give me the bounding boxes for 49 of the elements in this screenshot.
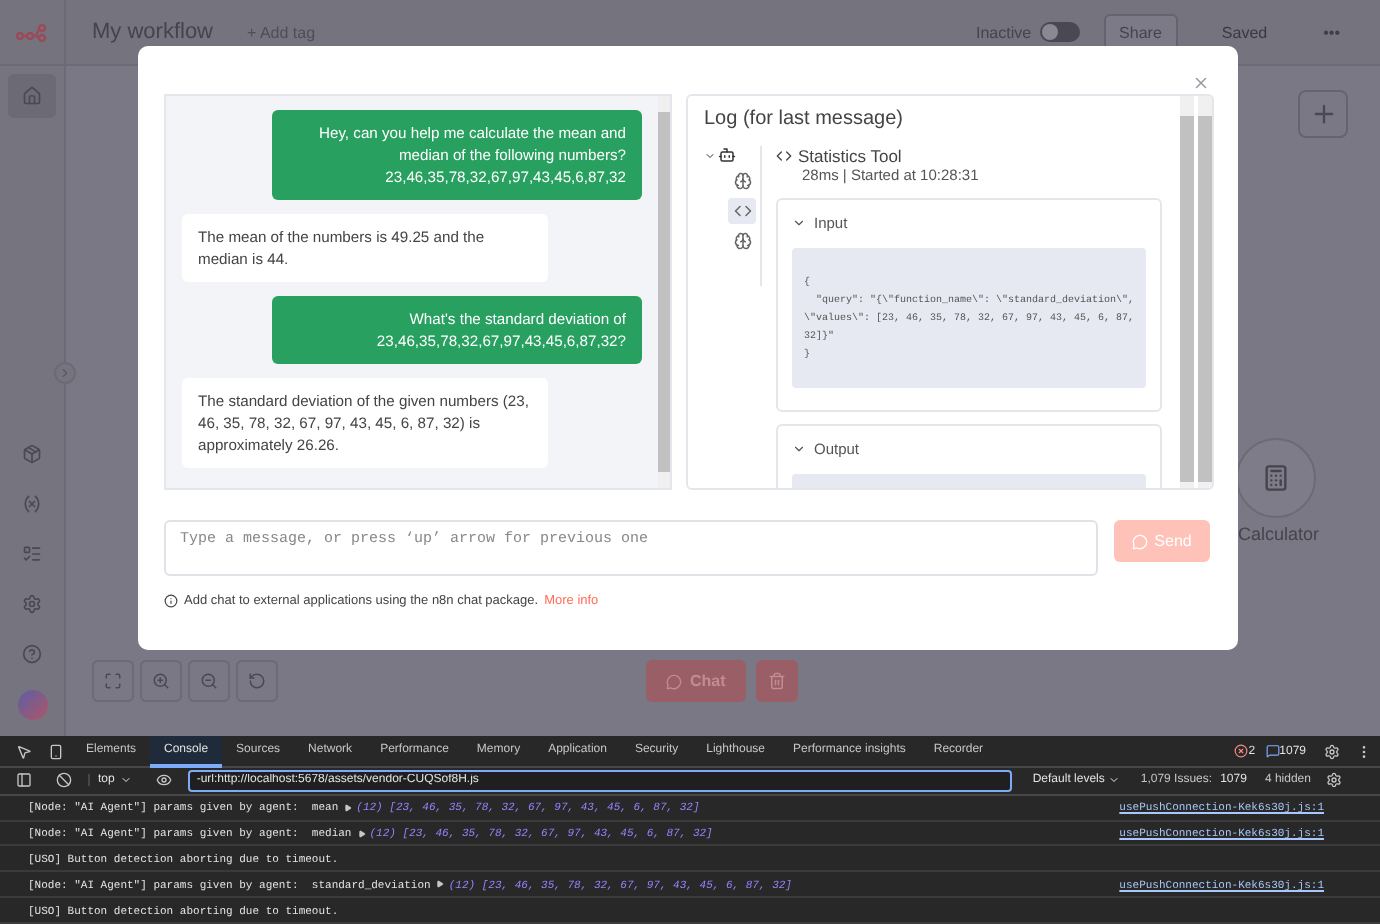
plus-icon [1309, 100, 1337, 128]
clear-icon[interactable] [56, 772, 72, 789]
add-node-button[interactable] [1298, 90, 1348, 138]
scrollbar[interactable] [1198, 96, 1212, 488]
expand-icon[interactable] [54, 362, 76, 384]
scrollbar[interactable] [658, 96, 670, 488]
caret-icon [120, 774, 133, 787]
tool-name: Statistics Tool [798, 146, 902, 166]
fullscreen-icon [104, 672, 122, 690]
code-icon[interactable] [728, 198, 756, 224]
calculator-icon [1262, 464, 1290, 492]
chevron-icon [792, 442, 806, 456]
sidebar-icon[interactable] [16, 772, 32, 789]
inspect-icon[interactable] [16, 743, 32, 759]
code-icon [776, 148, 792, 164]
eye-icon[interactable] [156, 772, 173, 789]
logo-icon [16, 23, 48, 41]
robot-icon[interactable] [718, 146, 736, 164]
saved-label: Saved [1221, 23, 1268, 41]
close-icon[interactable] [1192, 74, 1210, 92]
scrollbar[interactable] [1180, 96, 1195, 488]
caret-icon [1108, 774, 1121, 787]
home-icon[interactable] [8, 74, 56, 118]
device-icon[interactable] [48, 743, 64, 759]
expand-triangle-icon[interactable] [344, 803, 353, 812]
settings-icon[interactable] [1326, 772, 1343, 789]
reset-button[interactable] [236, 660, 278, 702]
fullscreen-button[interactable] [92, 660, 134, 702]
log-title: Log (for last message) [704, 108, 905, 130]
active-toggle[interactable] [1039, 22, 1080, 42]
chevron-icon [792, 216, 806, 230]
zoom-out-button[interactable] [188, 660, 230, 702]
calculator-node[interactable] [1236, 438, 1316, 518]
speech-bubble-icon [1132, 533, 1149, 549]
expand-triangle-icon[interactable] [436, 880, 445, 889]
trash-icon [768, 672, 786, 690]
error-icon [1234, 744, 1249, 758]
settings-icon[interactable] [1324, 743, 1340, 759]
agent-tree-item[interactable] [704, 146, 736, 164]
zoom-in-button[interactable] [140, 660, 182, 702]
expand-triangle-icon[interactable] [357, 829, 366, 838]
info-icon [164, 594, 178, 608]
undo-icon [248, 672, 266, 690]
delete-button[interactable] [756, 660, 798, 702]
speech-bubble-icon [666, 673, 682, 689]
chevron-icon[interactable] [704, 149, 716, 161]
message-icon [1265, 744, 1280, 758]
zoom-in-icon [152, 672, 170, 690]
zoom-out-icon [200, 672, 218, 690]
